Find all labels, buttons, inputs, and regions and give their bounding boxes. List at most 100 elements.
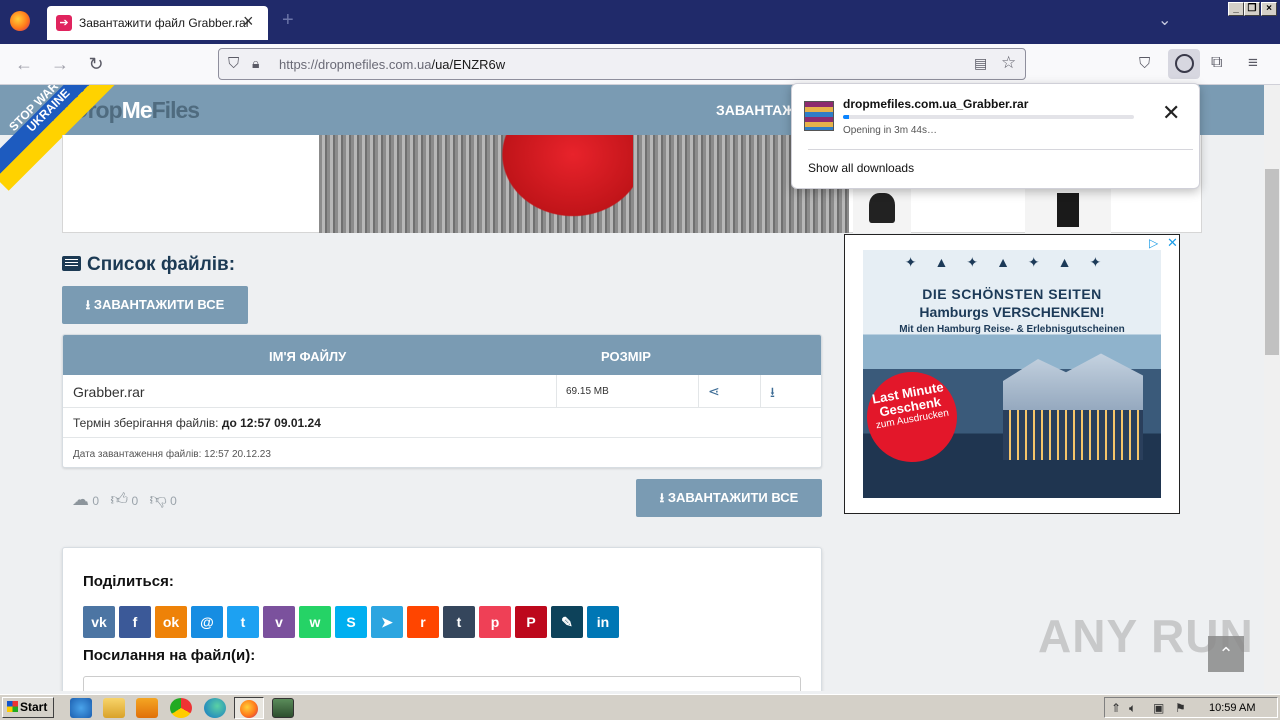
firefox-taskbar-button[interactable] xyxy=(234,697,264,719)
ad-building-lights xyxy=(1003,410,1143,460)
dislikes-count: 0 xyxy=(170,494,177,508)
share-title: Поділиться: xyxy=(83,573,174,590)
download-all-button-bottom[interactable]: ⭳ ЗАВАНТАЖИТИ ВСЕ xyxy=(636,479,822,517)
lock-icon[interactable]: 🔒︎ xyxy=(252,55,259,72)
share-skype-icon[interactable]: S xyxy=(335,606,367,638)
security-flag-icon[interactable]: ⚑ xyxy=(1175,701,1186,715)
banner-thumbnail[interactable] xyxy=(1025,187,1111,233)
terminal-icon[interactable] xyxy=(272,698,294,718)
likes-count: 0 xyxy=(131,494,139,508)
ad-headline: DIE SCHÖNSTEN SEITEN xyxy=(922,286,1102,302)
tracking-protection-shield-icon[interactable]: ⛉ xyxy=(228,55,239,72)
downloads-count: 0 xyxy=(92,494,100,508)
file-name[interactable]: Grabber.rar xyxy=(73,384,145,400)
list-all-tabs-icon[interactable]: ⌄ xyxy=(1158,10,1171,30)
share-pocket-icon[interactable]: p xyxy=(479,606,511,638)
share-box: Поділиться: vk f ok @ t v w S ➤ r t p P ✎ in Посилання… xyxy=(62,547,822,691)
share-pinterest-icon[interactable]: P xyxy=(515,606,547,638)
cloud-download-icon: ☁ xyxy=(72,490,89,509)
thumbs-up-icon[interactable]: 👍︎ xyxy=(110,490,128,509)
divider xyxy=(63,437,821,438)
ad-image[interactable]: ✦▲✦▲✦▲✦ DIE SCHÖNSTEN SEITEN Hamburgs VE… xyxy=(863,250,1161,498)
tab-close-icon[interactable]: × xyxy=(243,11,254,32)
file-link-input[interactable] xyxy=(83,676,801,691)
share-reddit-icon[interactable]: r xyxy=(407,606,439,638)
share-whatsapp-icon[interactable]: w xyxy=(299,606,331,638)
thumbnail-dress-image xyxy=(1057,193,1079,227)
ad-badge: Last Minute Geschenk zum Ausdrucken xyxy=(863,364,965,470)
explorer-icon[interactable] xyxy=(103,698,125,718)
side-ad[interactable]: ▷ ✕ ✦▲✦▲✦▲✦ DIE SCHÖNSTEN SEITEN Hamburg… xyxy=(844,234,1180,514)
browser-tab[interactable]: ➔ Завантажити файл Grabber.rar × xyxy=(47,6,268,40)
share-icon[interactable]: ⋖ xyxy=(708,383,720,400)
firefox-icon xyxy=(240,700,258,718)
address-bar[interactable]: ⛉ 🔒︎ https://dropmefiles.com.ua/ua/ENZR6… xyxy=(218,48,1026,80)
chrome-icon[interactable] xyxy=(170,698,192,718)
firefox-icon[interactable] xyxy=(10,11,30,31)
reload-icon[interactable]: ↻ xyxy=(84,53,108,77)
downloads-button[interactable] xyxy=(1168,49,1200,79)
back-icon[interactable]: ← xyxy=(12,53,36,77)
start-button[interactable]: Start xyxy=(2,697,54,718)
taskbar-clock: 10:59 AM xyxy=(1209,702,1256,714)
windows-flag-icon xyxy=(7,701,18,712)
show-all-downloads-link[interactable]: Show all downloads xyxy=(808,161,914,175)
ad-headline-2: Hamburgs VERSCHENKEN! xyxy=(919,304,1105,320)
download-status: Opening in 3m 44s… xyxy=(843,125,937,136)
hamburger-menu-icon[interactable]: ≡ xyxy=(1248,53,1258,73)
table-header: ІМ'Я ФАЙЛУ РОЗМІР xyxy=(63,335,821,375)
share-vk-icon[interactable]: vk xyxy=(83,606,115,638)
tray-arrow-icon[interactable]: ⇑ xyxy=(1111,701,1121,715)
download-all-button[interactable]: ⭳ ЗАВАНТАЖИТИ ВСЕ xyxy=(62,286,248,324)
file-stats: ☁ 0 👍︎ 0 👎︎ 0 xyxy=(72,489,185,510)
network-icon[interactable]: ▣ xyxy=(1153,701,1164,715)
share-twitter-icon[interactable]: t xyxy=(227,606,259,638)
download-progress-fill xyxy=(843,115,849,119)
extensions-icon[interactable]: ⧉ xyxy=(1211,54,1222,72)
page-scrollbar[interactable] xyxy=(1264,85,1280,691)
share-livejournal-icon[interactable]: ✎ xyxy=(551,606,583,638)
restore-window-button[interactable]: ❐ xyxy=(1244,2,1260,16)
file-table: ІМ'Я ФАЙЛУ РОЗМІР Grabber.rar 69.15 MB ⋖… xyxy=(62,334,822,468)
download-file-name[interactable]: dropmefiles.com.ua_Grabber.rar xyxy=(843,97,1028,111)
forward-icon[interactable]: → xyxy=(48,53,72,77)
media-player-icon[interactable] xyxy=(136,698,158,718)
table-row: Grabber.rar 69.15 MB ⋖ ⭳ xyxy=(63,375,821,408)
site-favicon-icon: ➔ xyxy=(56,15,72,31)
url-text[interactable]: https://dropmefiles.com.ua/ua/ENZR6w xyxy=(279,57,505,72)
download-progress-bar xyxy=(843,115,1134,119)
new-tab-icon[interactable]: + xyxy=(282,9,294,32)
share-facebook-icon[interactable]: f xyxy=(119,606,151,638)
bookmark-star-icon[interactable]: ☆ xyxy=(1001,53,1016,73)
ad-choices-icon[interactable]: ▷ xyxy=(1149,236,1158,250)
cancel-download-icon[interactable]: ✕ xyxy=(1162,102,1180,124)
ad-ornaments: ✦▲✦▲✦▲✦ xyxy=(904,254,1120,270)
banner-thumbnail[interactable] xyxy=(853,187,911,233)
share-tumblr-icon[interactable]: t xyxy=(443,606,475,638)
share-telegram-icon[interactable]: ➤ xyxy=(371,606,403,638)
download-icon[interactable]: ⭳ xyxy=(770,382,775,406)
nav-download-link[interactable]: ЗАВАНТАЖ xyxy=(716,102,795,118)
ie-icon[interactable] xyxy=(70,698,92,718)
scrollbar-thumb[interactable] xyxy=(1265,169,1279,355)
share-linkedin-icon[interactable]: in xyxy=(587,606,619,638)
pocket-icon[interactable]: ⛉ xyxy=(1139,55,1150,72)
thumbs-down-icon[interactable]: 👎︎ xyxy=(150,490,167,509)
share-odnoklassniki-icon[interactable]: ok xyxy=(155,606,187,638)
volume-icon[interactable]: 🔈︎ xyxy=(1129,701,1136,716)
share-moimir-icon[interactable]: @ xyxy=(191,606,223,638)
reader-view-icon[interactable]: ▤ xyxy=(974,55,987,72)
tab-title: Завантажити файл Grabber.rar xyxy=(79,16,250,30)
windows-taskbar: Start ⇑ 🔈︎ ▣ ⚑ 10:59 AM xyxy=(0,694,1280,720)
edge-icon[interactable] xyxy=(204,698,226,718)
cell-divider xyxy=(556,375,557,408)
cell-divider xyxy=(760,375,761,408)
rar-file-icon xyxy=(804,101,834,131)
file-list-heading: Список файлів: xyxy=(62,254,235,276)
close-window-button[interactable]: × xyxy=(1261,2,1277,16)
column-header-size: РОЗМІР xyxy=(601,349,651,364)
share-viber-icon[interactable]: v xyxy=(263,606,295,638)
scroll-to-top-button[interactable]: ⌃ xyxy=(1208,636,1244,672)
ad-close-icon[interactable]: ✕ xyxy=(1167,235,1178,251)
minimize-window-button[interactable]: _ xyxy=(1228,2,1244,16)
